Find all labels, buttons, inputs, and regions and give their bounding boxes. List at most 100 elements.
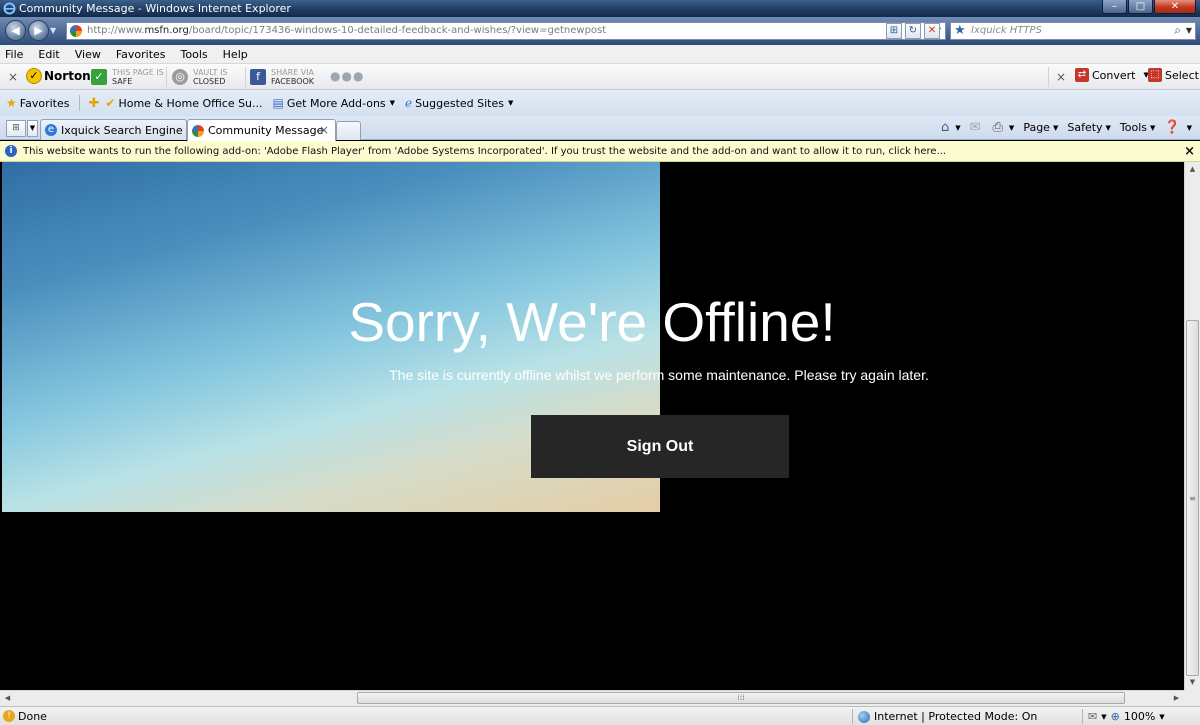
page-content: Sorry, We're Offline! The site is curren… [0, 162, 1184, 690]
page-icon: ▤ [272, 96, 284, 110]
window-title: Community Message - Windows Internet Exp… [19, 2, 291, 15]
ie-icon: ℯ [405, 96, 413, 110]
page-title: Sorry, We're Offline! [348, 291, 836, 353]
favorite-home-office[interactable]: ✔ Home & Home Office Su... [105, 96, 262, 110]
vertical-scroll-thumb[interactable]: ≡ [1186, 320, 1199, 676]
page-menu[interactable]: Page ▼ [1023, 121, 1058, 134]
help-icon: ❓ [1164, 120, 1181, 135]
menu-file[interactable]: File [3, 48, 25, 61]
favorites-star-icon: ★ [6, 96, 17, 110]
check-icon: ✔ [105, 96, 116, 110]
infobar-close-icon[interactable]: × [1184, 144, 1195, 159]
security-zone[interactable]: Internet | Protected Mode: On [858, 710, 1037, 723]
favorite-get-more-addons[interactable]: ▤ Get More Add-ons ▼ [273, 96, 396, 110]
chevron-down-icon: ▼ [507, 99, 514, 107]
help-button[interactable]: ❓ ▼ [1164, 120, 1192, 135]
menu-bar: File Edit View Favorites Tools Help [0, 45, 1200, 64]
safety-menu[interactable]: Safety ▼ [1067, 121, 1111, 134]
menu-view[interactable]: View [73, 48, 103, 61]
more-options-icon[interactable]: ●●● [330, 69, 364, 83]
feeds-icon: ✉ [969, 120, 981, 135]
norton-toolbar: × ✓ Norton ✓ THIS PAGE IS SAFE ◎ VAULT IS… [0, 64, 1200, 90]
menu-favorites[interactable]: Favorites [114, 48, 168, 61]
norton-share-facebook[interactable]: f SHARE VIA FACEBOOK [250, 67, 314, 87]
home-button[interactable]: ⌂ ▼ [941, 120, 961, 135]
scrollbar-corner [1184, 690, 1200, 706]
tab-ixquick[interactable]: e Ixquick Search Engine [40, 119, 187, 140]
home-icon: ⌂ [940, 120, 950, 135]
chevron-down-icon: ▼ [389, 99, 396, 107]
scroll-left-icon[interactable]: ◀ [0, 691, 15, 706]
history-dropdown-icon[interactable]: ▼ [50, 26, 56, 35]
add-favorite-icon[interactable]: ✚ [88, 96, 99, 111]
site-favicon-icon [70, 25, 82, 37]
zoom-control[interactable]: ✉ ▼ ⊕ 100% ▼ [1088, 710, 1169, 723]
pdf-toolbar-close-icon[interactable]: × [1056, 70, 1066, 84]
close-tab-icon[interactable]: × [319, 123, 329, 137]
favorites-button[interactable]: ★ Favorites [6, 96, 69, 110]
page-subtitle: The site is currently offline whilst we … [389, 367, 929, 383]
protected-mode-icon[interactable]: ✉ [1088, 710, 1097, 723]
new-tab-button[interactable] [336, 121, 361, 140]
select-button[interactable]: ⬚ Select [1148, 68, 1199, 82]
tab-row: ⊞ ▼ e Ixquick Search Engine Community Me… [0, 116, 1200, 141]
chevron-down-icon[interactable]: ▼ [1101, 713, 1106, 721]
norton-check-icon: ✓ [26, 68, 42, 84]
site-favicon-icon [192, 124, 204, 137]
minimize-button[interactable]: – [1102, 0, 1127, 14]
maximize-button[interactable]: □ [1128, 0, 1153, 14]
norton-toolbar-close-icon[interactable]: × [8, 70, 18, 84]
print-icon: ⎙ [992, 120, 1003, 135]
feeds-button[interactable]: ✉ [970, 120, 984, 135]
globe-icon [858, 710, 870, 723]
vault-icon: ◎ [172, 69, 188, 85]
quick-tabs-icon[interactable]: ⊞ [6, 120, 26, 137]
norton-logo[interactable]: ✓ Norton [26, 68, 91, 84]
compatibility-view-icon[interactable]: ⊞ [886, 23, 902, 39]
scroll-down-icon[interactable]: ▼ [1185, 675, 1200, 690]
favorites-bar: ★ Favorites ✚ ✔ Home & Home Office Su...… [0, 90, 1200, 116]
search-options-dropdown-icon[interactable]: ▼ [1186, 26, 1192, 35]
menu-edit[interactable]: Edit [36, 48, 61, 61]
info-shield-icon: i [5, 145, 17, 157]
tab-list-dropdown-icon[interactable]: ▼ [27, 120, 38, 137]
norton-brand: Norton [44, 69, 91, 83]
safe-check-icon: ✓ [91, 69, 107, 85]
vertical-scrollbar[interactable]: ▲ ≡ ▼ [1184, 162, 1200, 690]
zoom-icon: ⊕ [1110, 710, 1120, 723]
stop-icon[interactable]: ✕ [924, 23, 940, 39]
select-icon: ⬚ [1148, 68, 1162, 82]
convert-button[interactable]: ⇄ Convert ▼ [1075, 68, 1149, 82]
convert-icon: ⇄ [1075, 68, 1089, 82]
zoom-dropdown-icon[interactable]: ▼ [1159, 713, 1164, 721]
back-button[interactable]: ◀ [5, 20, 26, 41]
address-bar[interactable]: http://www.msfn.org/board/topic/173436-w… [66, 22, 946, 40]
search-input[interactable]: Ixquick HTTPS [971, 25, 1042, 36]
information-bar[interactable]: i This website wants to run the followin… [0, 141, 1200, 162]
address-row: ◀ ▶ ▼ http://www.msfn.org/board/topic/17… [0, 17, 1200, 45]
status-text: Done [18, 710, 47, 723]
scroll-right-icon[interactable]: ▶ [1169, 691, 1184, 706]
norton-safe-status[interactable]: ✓ THIS PAGE IS SAFE [91, 67, 164, 87]
sign-out-button[interactable]: Sign Out [531, 415, 789, 478]
search-icon[interactable]: ⌕ [1174, 23, 1181, 38]
scroll-up-icon[interactable]: ▲ [1185, 162, 1200, 177]
close-window-button[interactable]: ✕ [1154, 0, 1196, 14]
norton-vault-status[interactable]: ◎ VAULT IS CLOSED [172, 67, 228, 87]
horizontal-scrollbar[interactable]: ◀ ⁞⁞⁞ ▶ [0, 690, 1184, 706]
menu-tools[interactable]: Tools [179, 48, 210, 61]
status-bar: ! Done Internet | Protected Mode: On ✉ ▼… [0, 706, 1200, 725]
search-box[interactable]: ★ Ixquick HTTPS ⌕ ▼ [950, 22, 1196, 40]
forward-button[interactable]: ▶ [28, 20, 49, 41]
ie-icon: e [45, 124, 57, 136]
horizontal-scroll-thumb[interactable]: ⁞⁞⁞ [357, 692, 1125, 704]
favorite-suggested-sites[interactable]: ℯ Suggested Sites ▼ [405, 96, 513, 110]
address-url[interactable]: http://www.msfn.org/board/topic/173436-w… [87, 25, 606, 36]
search-provider-star-icon: ★ [954, 23, 966, 38]
print-button[interactable]: ⎙ ▼ [993, 120, 1015, 135]
menu-help[interactable]: Help [221, 48, 250, 61]
tools-menu[interactable]: Tools ▼ [1120, 121, 1156, 134]
infobar-message[interactable]: This website wants to run the following … [23, 146, 946, 157]
refresh-icon[interactable]: ↻ [905, 23, 921, 39]
tab-community-message[interactable]: Community Message × [187, 119, 336, 141]
